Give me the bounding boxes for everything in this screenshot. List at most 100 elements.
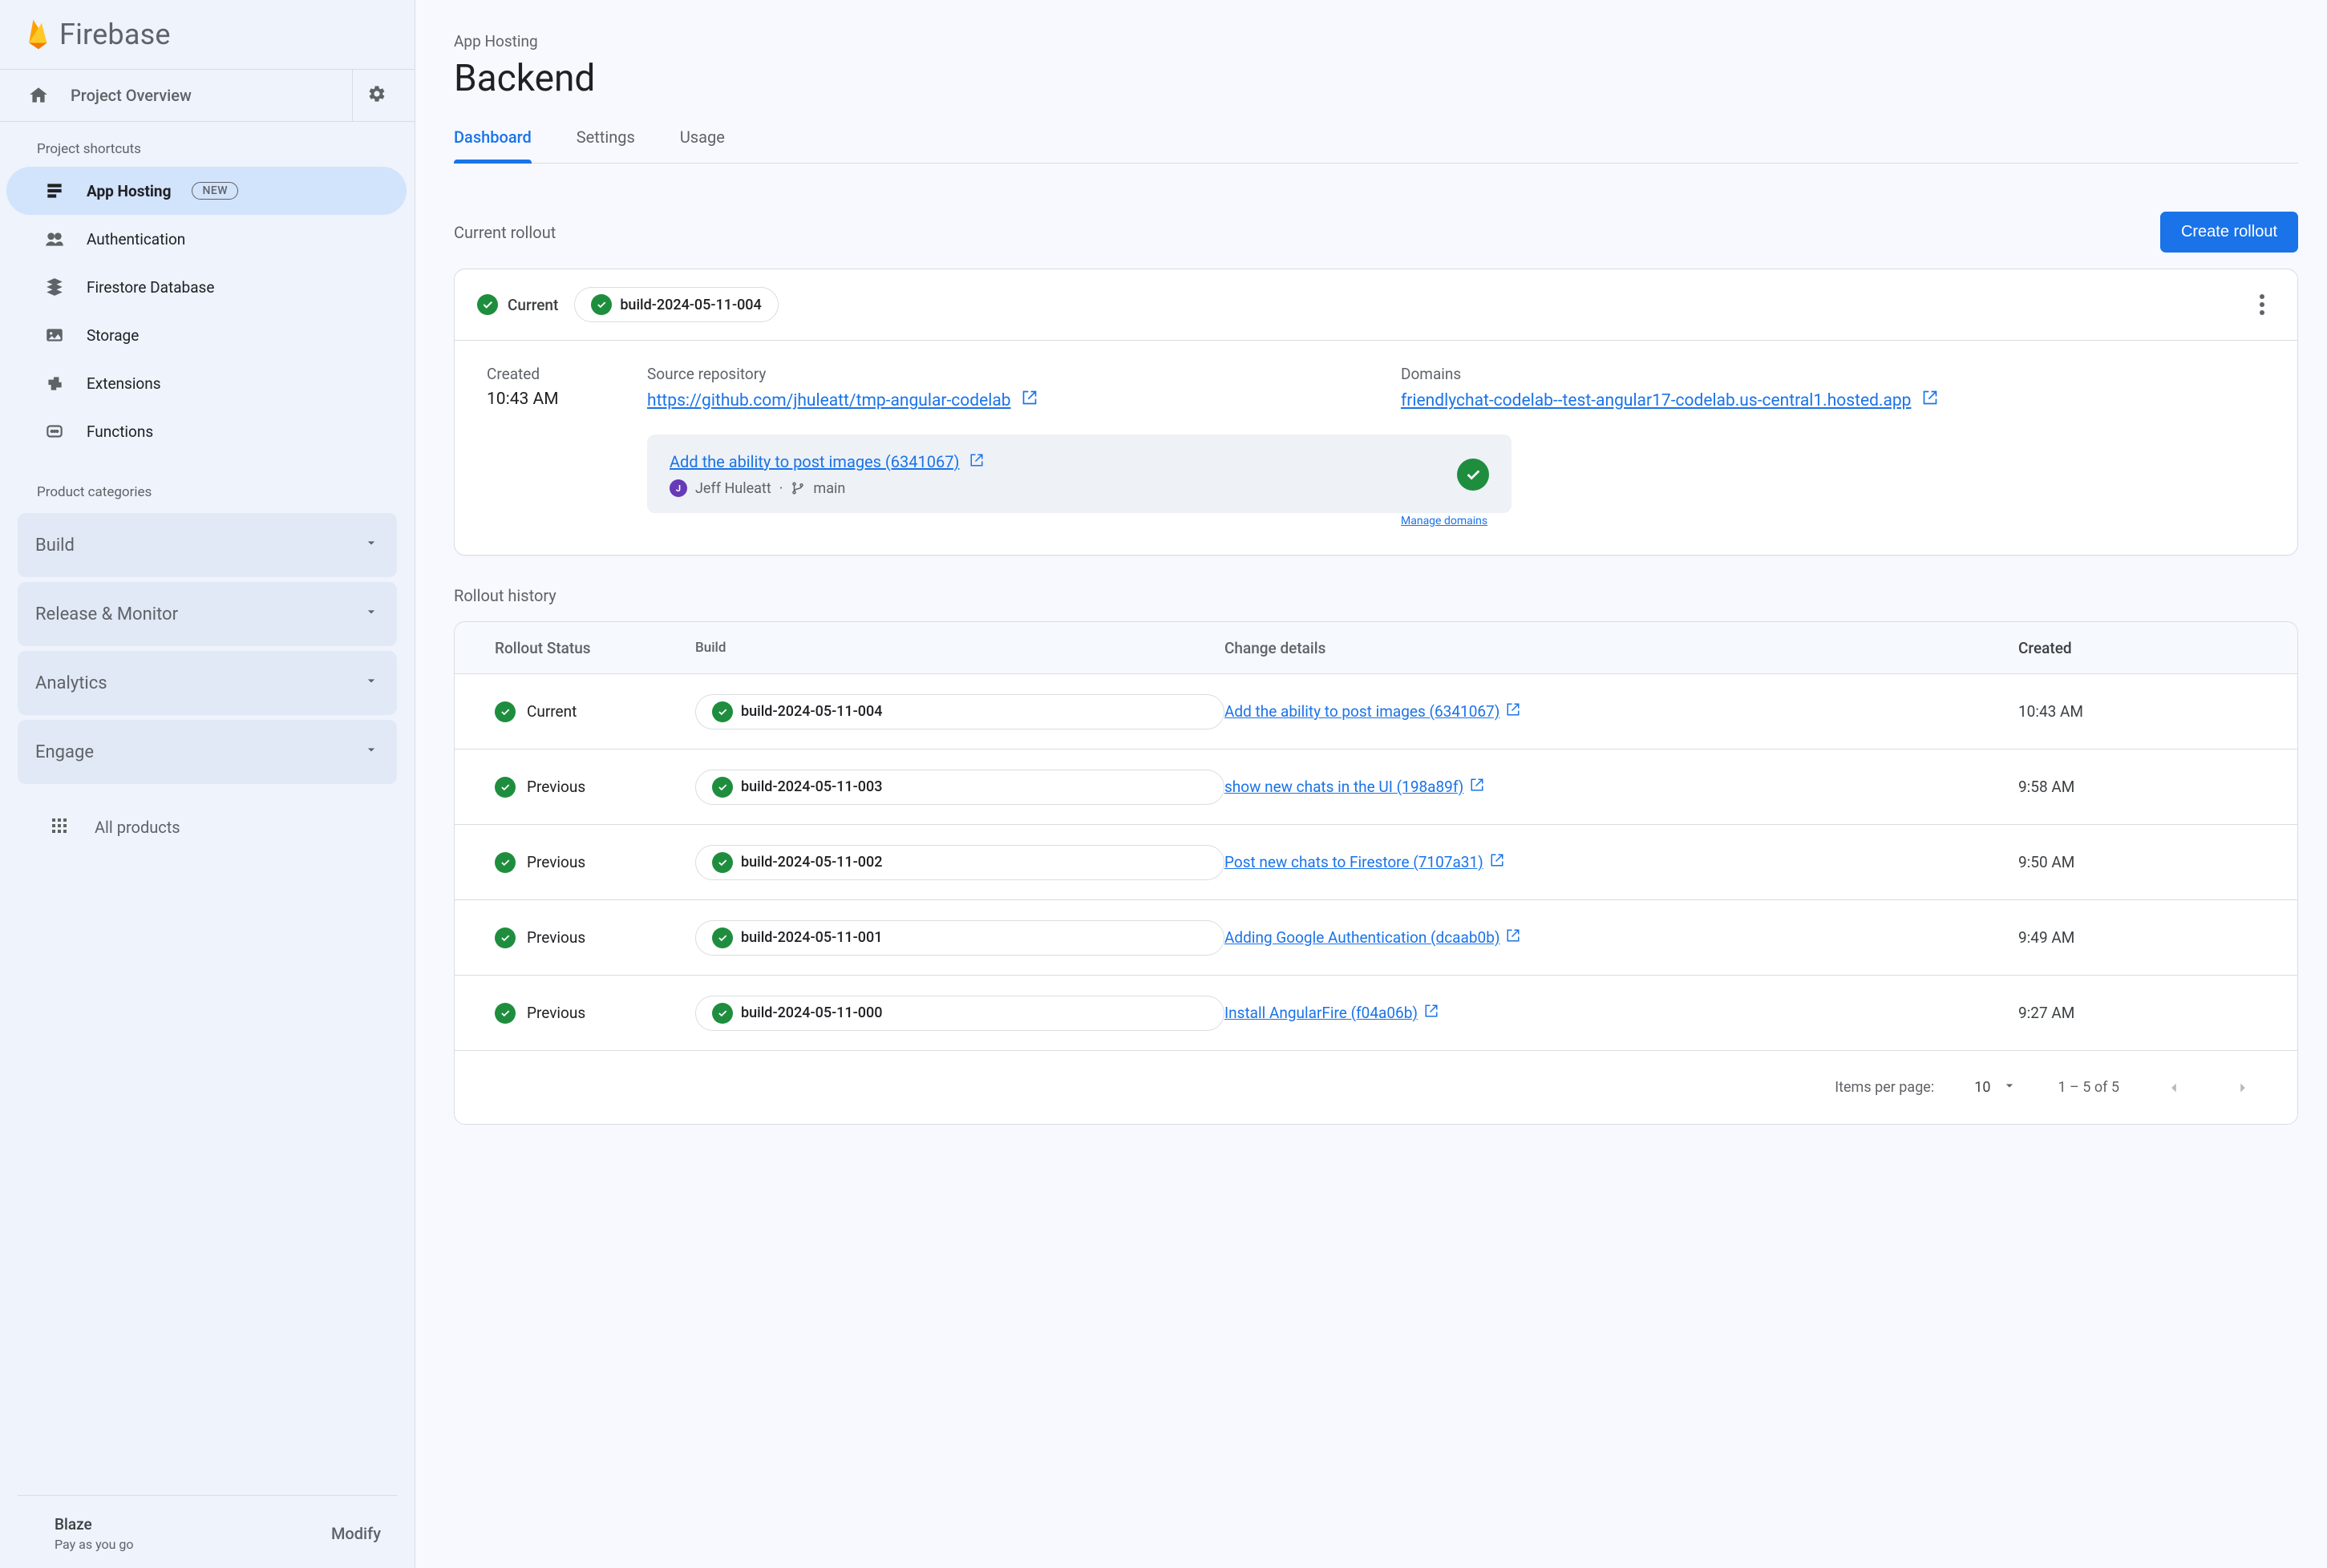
gear-icon — [367, 84, 386, 107]
sidebar-item-functions[interactable]: Functions — [6, 407, 407, 455]
chevron-down-icon — [363, 673, 379, 693]
sidebar-item-app-hosting[interactable]: App Hosting NEW — [6, 167, 407, 215]
check-circle-icon — [712, 701, 733, 722]
project-settings-button[interactable] — [352, 70, 400, 121]
col-header-status: Rollout Status — [495, 639, 695, 657]
open-external-icon — [1506, 702, 1520, 717]
rollout-history-table: Rollout Status Build Change details Crea… — [454, 621, 2298, 1125]
new-badge: NEW — [192, 182, 238, 200]
check-circle-icon — [495, 701, 516, 722]
shortcuts-heading: Project shortcuts — [0, 122, 415, 165]
all-products-link[interactable]: All products — [0, 800, 415, 855]
change-link[interactable]: Install AngularFire (f04a06b) — [1224, 1004, 1418, 1022]
tab-settings[interactable]: Settings — [577, 127, 635, 163]
plan-name: Blaze — [55, 1515, 134, 1534]
sidebar: Firebase Project Overview Project shortc… — [0, 0, 415, 1568]
change-link[interactable]: Post new chats to Firestore (7107a31) — [1224, 853, 1483, 871]
project-overview-row[interactable]: Project Overview — [0, 70, 415, 121]
grid-icon — [50, 816, 69, 839]
categories-heading: Product categories — [0, 465, 415, 508]
build-chip[interactable]: build-2024-05-11-003 — [695, 770, 1224, 805]
check-circle-icon — [495, 852, 516, 873]
dropdown-icon — [2001, 1077, 2017, 1097]
items-per-page-select[interactable]: 10 — [1974, 1077, 2017, 1097]
current-rollout-heading: Current rollout — [454, 223, 556, 242]
tab-usage[interactable]: Usage — [680, 127, 725, 163]
home-icon — [27, 84, 50, 107]
open-external-icon — [1506, 928, 1520, 943]
open-external-icon — [969, 453, 984, 467]
firebase-logo-icon — [27, 23, 50, 46]
avatar: J — [670, 479, 687, 497]
chevron-down-icon — [363, 604, 379, 624]
check-circle-icon — [495, 927, 516, 948]
storage-icon — [43, 324, 66, 346]
open-external-icon — [1470, 778, 1484, 792]
created-value: 10:43 AM — [487, 390, 647, 409]
table-row[interactable]: Previous build-2024-05-11-001 Adding Goo… — [455, 899, 2297, 975]
breadcrumb[interactable]: App Hosting — [454, 32, 2327, 51]
table-row[interactable]: Previous build-2024-05-11-000 Install An… — [455, 975, 2297, 1050]
billing-plan: Blaze Pay as you go Modify — [18, 1495, 397, 1568]
table-row[interactable]: Previous build-2024-05-11-002 Post new c… — [455, 824, 2297, 899]
category-release-monitor[interactable]: Release & Monitor — [18, 582, 397, 646]
brand-name: Firebase — [59, 18, 171, 51]
col-header-created: Created — [2018, 639, 2227, 657]
brand-row[interactable]: Firebase — [0, 0, 415, 69]
auth-icon — [43, 228, 66, 250]
tabs: Dashboard Settings Usage — [454, 127, 2298, 164]
col-header-change: Change details — [1224, 639, 2018, 657]
build-chip[interactable]: build-2024-05-11-000 — [695, 996, 1224, 1031]
current-rollout-card: Current build-2024-05-11-004 Created 10:… — [454, 269, 2298, 556]
firestore-icon — [43, 276, 66, 298]
check-circle-icon — [712, 927, 733, 948]
chevron-down-icon — [363, 742, 379, 762]
functions-icon — [43, 420, 66, 443]
category-analytics[interactable]: Analytics — [18, 651, 397, 715]
sidebar-item-firestore[interactable]: Firestore Database — [6, 263, 407, 311]
commit-box: Add the ability to post images (6341067)… — [647, 434, 1512, 513]
change-link[interactable]: Add the ability to post images (6341067) — [1224, 702, 1499, 721]
build-chip[interactable]: build-2024-05-11-001 — [695, 920, 1224, 956]
current-status-pill: Current — [477, 294, 558, 315]
table-footer: Items per page: 10 1 – 5 of 5 — [455, 1050, 2297, 1124]
build-chip[interactable]: build-2024-05-11-004 — [695, 694, 1224, 729]
check-circle-icon — [495, 777, 516, 798]
rollout-history-heading: Rollout history — [454, 586, 556, 605]
commit-link[interactable]: Add the ability to post images (6341067) — [670, 452, 959, 471]
branch-icon — [791, 481, 805, 495]
check-circle-icon — [712, 1003, 733, 1024]
sidebar-item-extensions[interactable]: Extensions — [6, 359, 407, 407]
pagination-range: 1 – 5 of 5 — [2058, 1079, 2119, 1096]
open-external-icon — [1490, 853, 1504, 867]
category-build[interactable]: Build — [18, 513, 397, 577]
chevron-down-icon — [363, 535, 379, 556]
card-more-button[interactable] — [2249, 294, 2275, 315]
manage-domains-link[interactable]: Manage domains — [1401, 515, 1487, 527]
next-page-button[interactable] — [2228, 1073, 2257, 1102]
tab-dashboard[interactable]: Dashboard — [454, 127, 532, 163]
sidebar-item-storage[interactable]: Storage — [6, 311, 407, 359]
build-chip[interactable]: build-2024-05-11-002 — [695, 845, 1224, 880]
build-chip[interactable]: build-2024-05-11-004 — [574, 287, 778, 322]
commit-author: Jeff Huleatt — [695, 480, 771, 497]
table-row[interactable]: Previous build-2024-05-11-003 show new c… — [455, 749, 2297, 824]
category-engage[interactable]: Engage — [18, 720, 397, 784]
check-circle-icon — [495, 1003, 516, 1024]
check-circle-icon — [477, 294, 498, 315]
table-row[interactable]: Current build-2024-05-11-004 Add the abi… — [455, 673, 2297, 749]
change-link[interactable]: Adding Google Authentication (dcaab0b) — [1224, 928, 1499, 947]
prev-page-button[interactable] — [2159, 1073, 2188, 1102]
apphosting-icon — [43, 180, 66, 202]
source-repo-link[interactable]: https://github.com/jhuleatt/tmp-angular-… — [647, 391, 1011, 410]
page-title: Backend — [454, 57, 2327, 100]
domain-link[interactable]: friendlychat-codelab--test-angular17-cod… — [1401, 391, 1911, 410]
sidebar-item-authentication[interactable]: Authentication — [6, 215, 407, 263]
extensions-icon — [43, 372, 66, 394]
open-external-icon — [1022, 390, 1038, 406]
commit-branch: main — [813, 480, 845, 497]
modify-plan-button[interactable]: Modify — [331, 1524, 381, 1543]
change-link[interactable]: show new chats in the UI (198a89f) — [1224, 778, 1463, 796]
create-rollout-button[interactable]: Create rollout — [2160, 212, 2298, 253]
open-external-icon — [1424, 1004, 1439, 1018]
